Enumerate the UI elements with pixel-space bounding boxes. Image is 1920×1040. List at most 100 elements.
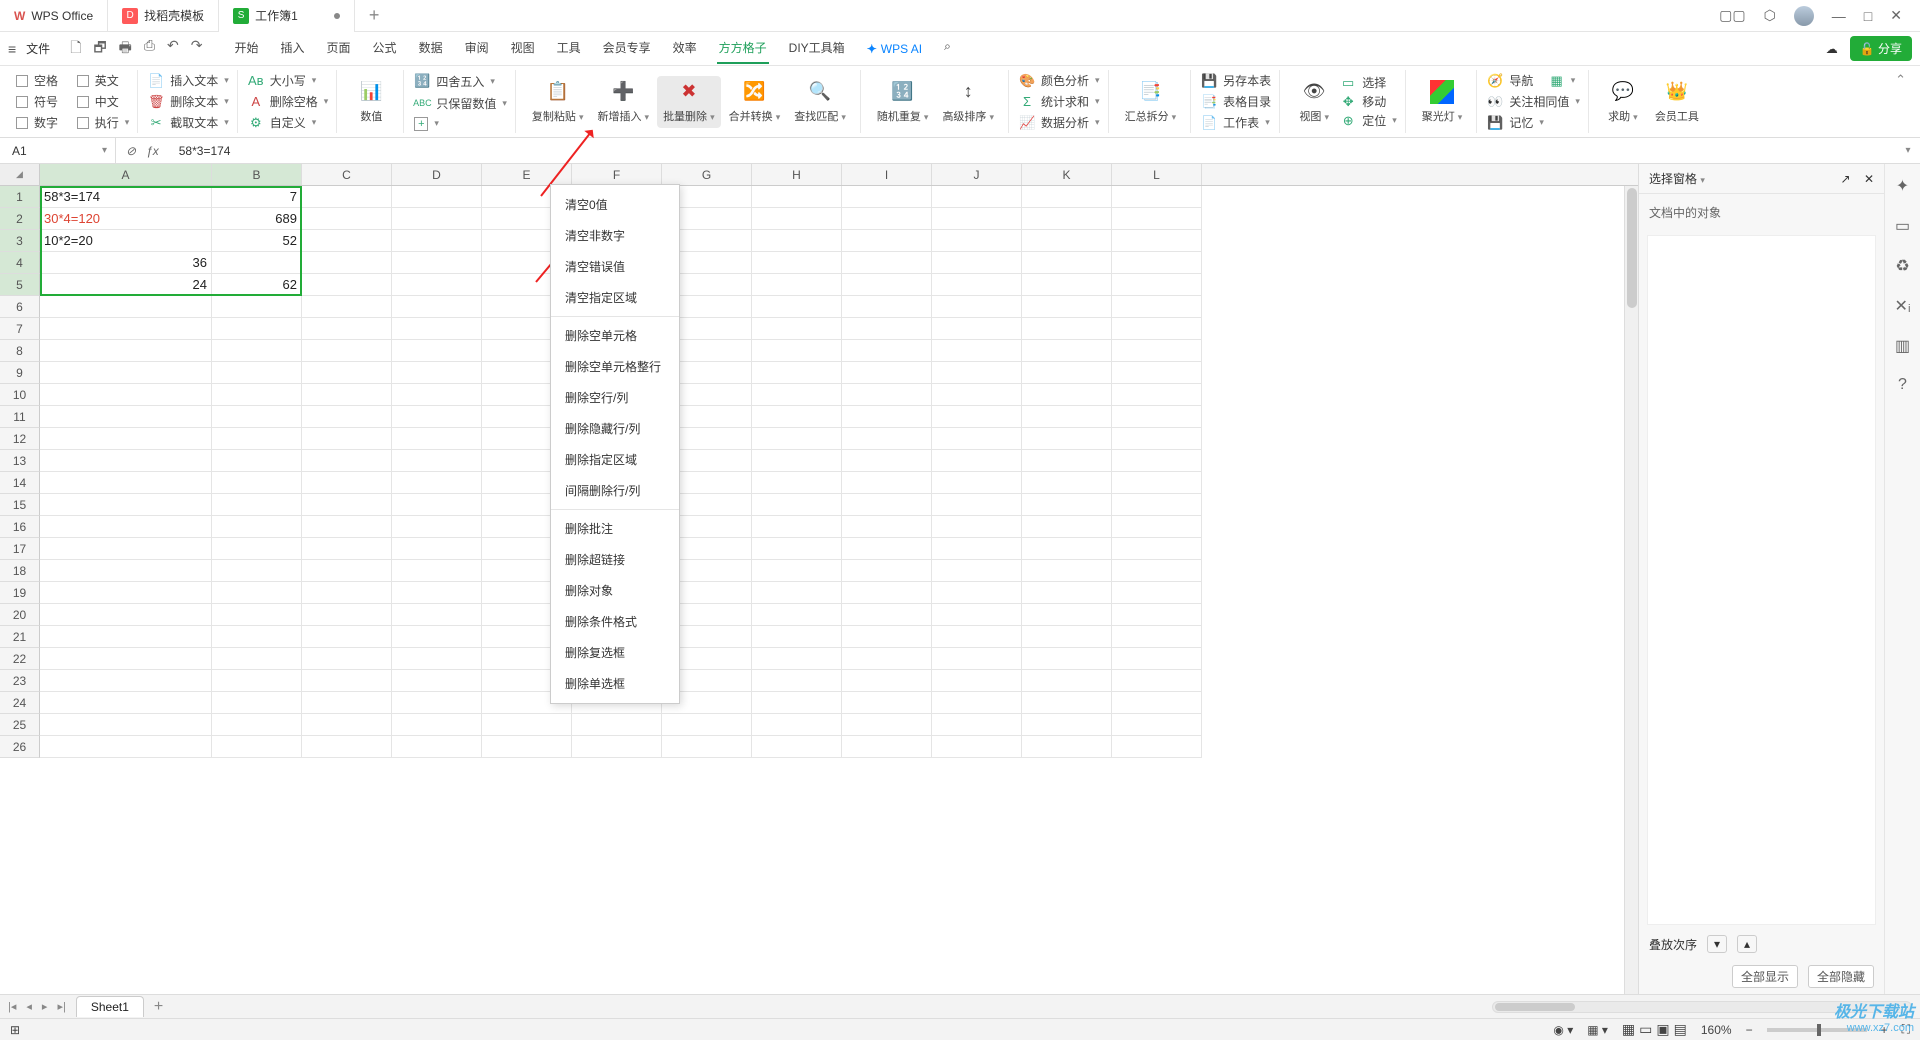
cell-A15[interactable] <box>40 494 212 516</box>
cell-L23[interactable] <box>1112 670 1202 692</box>
formula-expand-icon[interactable]: ▾ <box>1896 145 1920 156</box>
sheet-nav-prev[interactable]: ◂ <box>26 1000 32 1013</box>
cell-L2[interactable] <box>1112 208 1202 230</box>
cell-H20[interactable] <box>752 604 842 626</box>
cell-K2[interactable] <box>1022 208 1112 230</box>
cell-B12[interactable] <box>212 428 302 450</box>
cell-L4[interactable] <box>1112 252 1202 274</box>
cell-C3[interactable] <box>302 230 392 252</box>
overlap-windows-icon[interactable]: ▢▢ <box>1719 7 1745 24</box>
cell-I10[interactable] <box>842 384 932 406</box>
btn-nav[interactable]: 导航 <box>1509 72 1533 89</box>
cell-D26[interactable] <box>392 736 482 758</box>
menu-item-14[interactable]: 删除复选框 <box>551 637 679 668</box>
rowhead-14[interactable]: 14 <box>0 472 40 494</box>
cell-I8[interactable] <box>842 340 932 362</box>
cell-B11[interactable] <box>212 406 302 428</box>
cell-I23[interactable] <box>842 670 932 692</box>
cell-F26[interactable] <box>572 736 662 758</box>
tab-开始[interactable]: 开始 <box>233 33 261 64</box>
menu-item-2[interactable]: 清空错误值 <box>551 251 679 282</box>
hamburger-icon[interactable]: ≡ <box>8 41 16 57</box>
cell-L9[interactable] <box>1112 362 1202 384</box>
menu-item-0[interactable]: 清空0值 <box>551 189 679 220</box>
cell-J1[interactable] <box>932 186 1022 208</box>
cell-A16[interactable] <box>40 516 212 538</box>
palette-icon[interactable]: ▦ ▾ <box>1587 1023 1608 1037</box>
rowhead-3[interactable]: 3 <box>0 230 40 252</box>
btn-wksheet[interactable]: 工作表 <box>1223 114 1259 131</box>
cell-K19[interactable] <box>1022 582 1112 604</box>
cell-B14[interactable] <box>212 472 302 494</box>
add-sheet-button[interactable]: + <box>154 998 163 1016</box>
view-btn-1[interactable]: ▭ <box>1639 1021 1652 1038</box>
cell-L1[interactable] <box>1112 186 1202 208</box>
cell-K7[interactable] <box>1022 318 1112 340</box>
cell-K11[interactable] <box>1022 406 1112 428</box>
cell-H15[interactable] <box>752 494 842 516</box>
cell-C12[interactable] <box>302 428 392 450</box>
select-all-corner[interactable]: ◢ <box>0 164 40 185</box>
cell-L26[interactable] <box>1112 736 1202 758</box>
view-btn-2[interactable]: ▣ <box>1656 1021 1669 1038</box>
colhead-C[interactable]: C <box>302 164 392 185</box>
hide-all-button[interactable]: 全部隐藏 <box>1808 965 1874 988</box>
minimize-icon[interactable]: — <box>1832 8 1846 24</box>
cell-I16[interactable] <box>842 516 932 538</box>
btn-deltxt[interactable]: 删除文本 <box>170 93 218 110</box>
tab-插入[interactable]: 插入 <box>279 33 307 64</box>
cell-A6[interactable] <box>40 296 212 318</box>
rowhead-24[interactable]: 24 <box>0 692 40 714</box>
colhead-A[interactable]: A <box>40 164 212 185</box>
cell-E26[interactable] <box>482 736 572 758</box>
cell-K21[interactable] <box>1022 626 1112 648</box>
cell-I24[interactable] <box>842 692 932 714</box>
menu-item-15[interactable]: 删除单选框 <box>551 668 679 699</box>
cell-D6[interactable] <box>392 296 482 318</box>
cell-C14[interactable] <box>302 472 392 494</box>
cell-D11[interactable] <box>392 406 482 428</box>
menu-item-5[interactable]: 删除空单元格整行 <box>551 351 679 382</box>
cell-J6[interactable] <box>932 296 1022 318</box>
cell-D4[interactable] <box>392 252 482 274</box>
cell-C2[interactable] <box>302 208 392 230</box>
maximize-icon[interactable]: □ <box>1864 8 1872 24</box>
rowhead-8[interactable]: 8 <box>0 340 40 362</box>
cell-I6[interactable] <box>842 296 932 318</box>
cell-K13[interactable] <box>1022 450 1112 472</box>
cell-B24[interactable] <box>212 692 302 714</box>
btn-view[interactable]: 👁视图 ▾ <box>1290 76 1338 128</box>
cell-A1[interactable]: 58*3=174 <box>40 186 212 208</box>
tab-公式[interactable]: 公式 <box>371 33 399 64</box>
grid-area[interactable]: ◢ ABCDEFGHIJKL 1234567891011121314151617… <box>0 164 1638 994</box>
rowhead-20[interactable]: 20 <box>0 604 40 626</box>
rowhead-13[interactable]: 13 <box>0 450 40 472</box>
cell-K18[interactable] <box>1022 560 1112 582</box>
cell-C13[interactable] <box>302 450 392 472</box>
cell-D14[interactable] <box>392 472 482 494</box>
sidetool-5[interactable]: ? <box>1898 376 1907 394</box>
rowhead-25[interactable]: 25 <box>0 714 40 736</box>
rowhead-26[interactable]: 26 <box>0 736 40 758</box>
cell-A9[interactable] <box>40 362 212 384</box>
cell-H13[interactable] <box>752 450 842 472</box>
cell-D5[interactable] <box>392 274 482 296</box>
cell-K26[interactable] <box>1022 736 1112 758</box>
rowhead-11[interactable]: 11 <box>0 406 40 428</box>
cell-K22[interactable] <box>1022 648 1112 670</box>
cell-B19[interactable] <box>212 582 302 604</box>
cell-J4[interactable] <box>932 252 1022 274</box>
btn-advsort[interactable]: ↕高级排序 ▾ <box>936 76 1000 128</box>
cell-I26[interactable] <box>842 736 932 758</box>
cell-H8[interactable] <box>752 340 842 362</box>
cell-I2[interactable] <box>842 208 932 230</box>
cells[interactable]: 清空0值清空非数字清空错误值清空指定区域删除空单元格删除空单元格整行删除空行/列… <box>40 186 1638 758</box>
cell-H2[interactable] <box>752 208 842 230</box>
cell-J17[interactable] <box>932 538 1022 560</box>
btn-round[interactable]: 四舍五入 <box>436 73 484 90</box>
cell-K17[interactable] <box>1022 538 1112 560</box>
cell-K20[interactable] <box>1022 604 1112 626</box>
cell-D2[interactable] <box>392 208 482 230</box>
cell-K24[interactable] <box>1022 692 1112 714</box>
tab-会员专享[interactable]: 会员专享 <box>601 33 653 64</box>
